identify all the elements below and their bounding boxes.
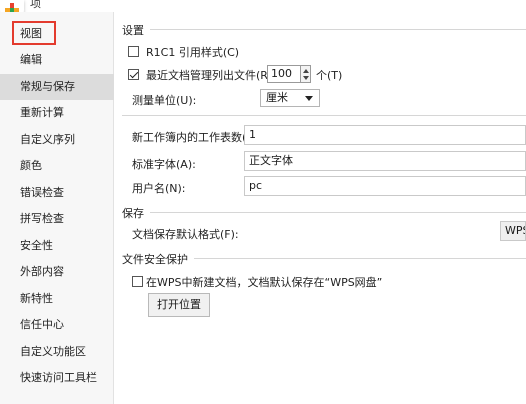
recent-files-unit: 个(T) — [316, 69, 343, 82]
sidebar-item-error-check[interactable]: 错误检查 — [0, 180, 114, 206]
recent-files-stepper[interactable] — [301, 65, 311, 83]
sheet-count-input[interactable]: 1 — [244, 125, 526, 145]
sidebar-item-edit[interactable]: 编辑 — [0, 47, 114, 73]
sidebar-item-trust-center[interactable]: 信任中心 — [0, 312, 114, 338]
sheet-count-label: 新工作簿内的工作表数(S): — [132, 131, 262, 144]
sidebar-item-general-save[interactable]: 常规与保存 — [0, 74, 114, 100]
save-section-title: 保存 — [122, 207, 144, 220]
file-security-divider — [194, 258, 526, 259]
stepper-up-icon[interactable] — [303, 69, 309, 73]
username-input[interactable]: pc — [244, 176, 526, 196]
measure-unit-select[interactable]: 厘米 — [260, 89, 320, 107]
default-format-label: 文档保存默认格式(F): — [132, 228, 239, 241]
default-format-select[interactable]: WPS — [500, 221, 526, 241]
sidebar-item-spell-check[interactable]: 拼写检查 — [0, 206, 114, 232]
sidebar-item-custom-list[interactable]: 自定义序列 — [0, 127, 114, 153]
settings-divider — [150, 29, 526, 30]
stepper-down-icon[interactable] — [303, 76, 309, 80]
r1c1-label: R1C1 引用样式(C) — [146, 46, 240, 59]
sidebar-item-security[interactable]: 安全性 — [0, 233, 114, 259]
standard-font-label: 标准字体(A): — [132, 158, 196, 171]
standard-font-input[interactable]: 正文字体 — [244, 151, 526, 171]
r1c1-checkbox[interactable] — [128, 46, 139, 57]
sidebar-item-quick-access-toolbar[interactable]: 快速访问工具栏 — [0, 365, 114, 391]
sidebar-item-customize-ribbon[interactable]: 自定义功能区 — [0, 339, 114, 365]
sidebar-item-color[interactable]: 颜色 — [0, 153, 114, 179]
settings-inner-divider — [122, 115, 526, 116]
sidebar-item-new-features[interactable]: 新特性 — [0, 286, 114, 312]
recent-files-label: 最近文档管理列出文件(R): — [146, 69, 276, 82]
title-bar: 项 — [0, 0, 526, 12]
cloud-save-label: 在WPS中新建文档，文档默认保存在“WPS网盘” — [146, 276, 383, 289]
sidebar-item-external-content[interactable]: 外部内容 — [0, 259, 114, 285]
cloud-save-checkbox[interactable] — [132, 276, 143, 287]
save-divider — [150, 212, 526, 213]
username-label: 用户名(N): — [132, 182, 186, 195]
sidebar-item-recalc[interactable]: 重新计算 — [0, 100, 114, 126]
window-title: 项 — [30, 0, 41, 10]
recent-files-count-input[interactable]: 100 — [267, 65, 301, 83]
file-security-section-title: 文件安全保护 — [122, 253, 188, 266]
settings-section-title: 设置 — [122, 24, 144, 37]
options-sidebar: 视图 编辑 常规与保存 重新计算 自定义序列 颜色 错误检查 拼写检查 安全性 … — [0, 12, 114, 404]
recent-files-checkbox[interactable] — [128, 69, 139, 80]
open-location-button[interactable]: 打开位置 — [148, 293, 210, 317]
measure-unit-value: 厘米 — [266, 91, 288, 104]
view-highlight-box — [12, 21, 56, 45]
chevron-down-icon — [305, 96, 313, 101]
general-save-panel: 设置 R1C1 引用样式(C) 最近文档管理列出文件(R): 100 个(T) … — [115, 12, 526, 404]
measure-unit-label: 测量单位(U): — [132, 94, 197, 107]
